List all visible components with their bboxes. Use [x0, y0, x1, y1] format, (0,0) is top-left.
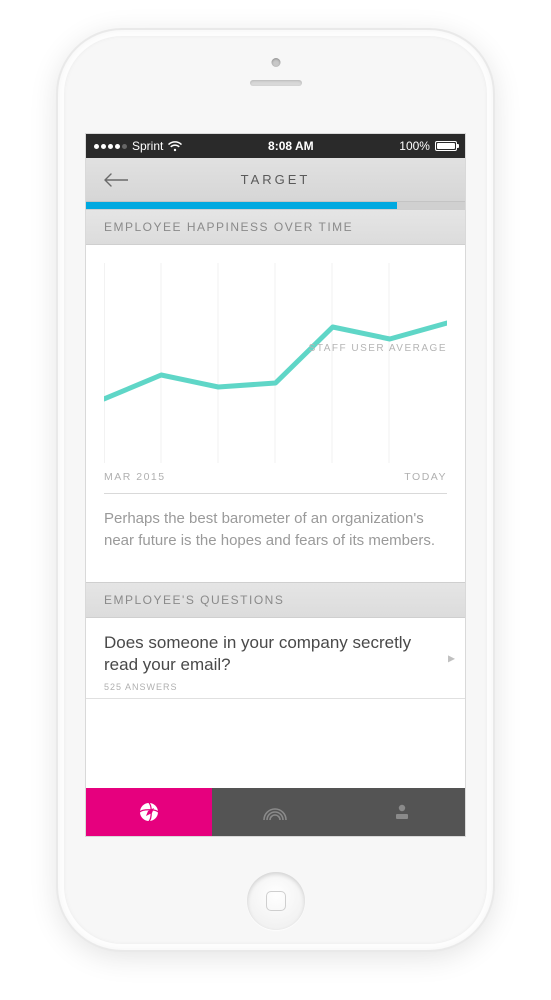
question-row[interactable]: Does someone in your company secretly re…	[86, 618, 465, 699]
chart-caption: Perhaps the best barometer of an organiz…	[104, 508, 447, 572]
nav-title: TARGET	[86, 172, 465, 187]
status-left: Sprint	[94, 139, 182, 153]
nav-bar: TARGET	[86, 158, 465, 202]
carrier-label: Sprint	[132, 139, 163, 153]
progress-bar	[86, 202, 465, 209]
tab-rainbow[interactable]	[212, 788, 338, 836]
profile-icon	[393, 803, 411, 821]
chevron-right-icon: ▸	[448, 649, 455, 666]
tab-bar	[86, 788, 465, 836]
rainbow-icon	[262, 804, 288, 820]
screen: Sprint 8:08 AM 100%	[86, 134, 465, 836]
chart-card: STAFF USER AVERAGE MAR 2015 TODAY Perhap…	[86, 245, 465, 582]
arrow-left-icon	[104, 173, 128, 187]
wifi-icon	[168, 141, 182, 152]
status-right: 100%	[399, 139, 457, 153]
phone-speaker	[250, 80, 302, 86]
chart-series-label: STAFF USER AVERAGE	[309, 343, 447, 354]
battery-pct: 100%	[399, 139, 430, 153]
x-axis-start: MAR 2015	[104, 471, 166, 483]
status-bar: Sprint 8:08 AM 100%	[86, 134, 465, 158]
tab-profile[interactable]	[339, 788, 465, 836]
section-header-chart: EMPLOYEE HAPPINESS OVER TIME	[86, 209, 465, 245]
phone-camera	[271, 58, 280, 67]
question-title: Does someone in your company secretly re…	[104, 632, 437, 676]
question-meta: 525 ANSWERS	[104, 682, 437, 692]
battery-icon	[435, 141, 457, 151]
phone-frame: Sprint 8:08 AM 100%	[58, 30, 493, 950]
status-time: 8:08 AM	[268, 139, 314, 153]
signal-dots-icon	[94, 144, 127, 149]
chart-svg	[104, 263, 447, 463]
back-button[interactable]	[98, 167, 134, 193]
progress-fill	[86, 202, 397, 209]
chart-x-axis: MAR 2015 TODAY	[104, 463, 447, 494]
tab-globe[interactable]	[86, 788, 212, 836]
globe-icon	[138, 801, 160, 823]
home-button[interactable]	[247, 872, 305, 930]
x-axis-end: TODAY	[404, 471, 447, 483]
happiness-chart: STAFF USER AVERAGE	[104, 263, 447, 463]
section-header-questions: EMPLOYEE'S QUESTIONS	[86, 582, 465, 618]
